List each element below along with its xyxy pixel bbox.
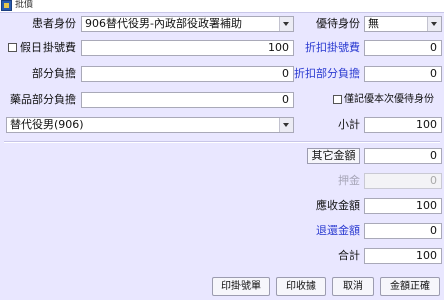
reg-fee-field[interactable]: 100 [81, 40, 294, 56]
discount-type-label: 優待身份 [316, 17, 360, 30]
refund-label: 退還金額 [316, 224, 360, 237]
discount-type-select[interactable]: 無 [364, 16, 442, 32]
drug-copay-label: 藥品部分負擔 [10, 93, 76, 106]
chevron-down-icon[interactable] [279, 118, 293, 132]
divider [4, 141, 440, 143]
once-only-checkbox[interactable] [333, 95, 342, 104]
reg-fee-label: 掛號費 [43, 41, 76, 54]
subsidy-value: 替代役男(906) [10, 118, 84, 131]
refund-field[interactable]: 0 [364, 223, 442, 239]
once-only-label: 僅記優本次優待身份 [344, 94, 434, 105]
subtotal-label: 小計 [338, 118, 360, 131]
chevron-down-icon[interactable] [427, 17, 441, 31]
discount-type-value: 無 [368, 17, 379, 30]
patient-type-select[interactable]: 906替代役男-內政部役政署補助 [81, 16, 294, 32]
reg-discount-field[interactable]: 0 [364, 40, 442, 56]
window-title: 批價 [15, 0, 34, 10]
print-registration-button[interactable]: 印掛號單 [212, 277, 270, 296]
holiday-checkbox[interactable] [8, 43, 17, 52]
title-bar: 批價 [0, 0, 444, 12]
patient-type-value: 906替代役男-內政部役政署補助 [85, 17, 242, 30]
total-label: 合計 [338, 249, 360, 262]
copay-discount-field[interactable]: 0 [364, 66, 442, 82]
other-amount-button[interactable]: 其它金額 [307, 148, 360, 164]
drug-copay-field[interactable]: 0 [81, 92, 294, 108]
reg-discount-label: 折扣掛號費 [305, 41, 360, 54]
patient-type-label: 患者身份 [32, 17, 76, 30]
copay-field[interactable]: 0 [81, 66, 294, 82]
other-amount-field[interactable]: 0 [364, 148, 442, 164]
print-receipt-button[interactable]: 印收據 [276, 277, 326, 296]
deposit-field: 0 [364, 173, 442, 189]
deposit-label: 押金 [338, 174, 360, 187]
subtotal-field: 100 [364, 117, 442, 133]
chevron-down-icon[interactable] [279, 17, 293, 31]
billing-panel: 患者身份 906替代役男-內政部役政署補助 優待身份 無 假日 掛號費 100 … [0, 12, 444, 300]
confirm-amount-button[interactable]: 金額正確 [380, 277, 440, 296]
copay-label: 部分負擔 [32, 67, 76, 80]
billing-window: 批價 患者身份 906替代役男-內政部役政署補助 優待身份 無 假日 掛號費 1… [0, 0, 444, 300]
app-icon [1, 0, 12, 11]
copay-discount-label: 折扣部分負擔 [294, 67, 360, 80]
cancel-button[interactable]: 取消 [332, 277, 374, 296]
receivable-field: 100 [364, 198, 442, 214]
total-field: 100 [364, 248, 442, 264]
subsidy-select[interactable]: 替代役男(906) [6, 117, 294, 133]
holiday-label: 假日 [20, 41, 42, 54]
receivable-label: 應收金額 [316, 199, 360, 212]
